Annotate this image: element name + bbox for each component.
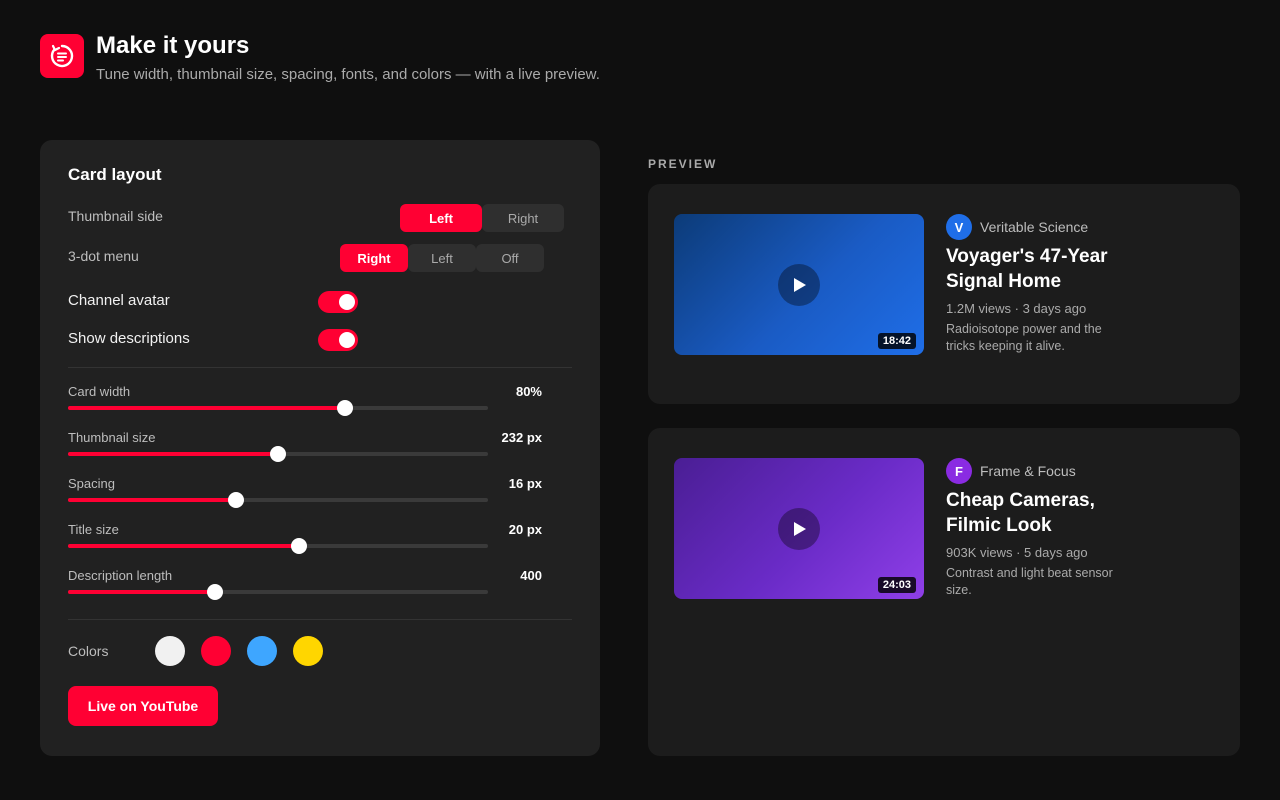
channel-avatar[interactable]: F <box>946 458 972 484</box>
video-description: Radioisotope power and the tricks keepin… <box>946 322 1102 353</box>
channel-avatar-toggle[interactable] <box>318 291 358 313</box>
colors-label: Colors <box>68 643 109 659</box>
page-title: Make it yours <box>96 32 250 59</box>
duration-badge: 18:42 <box>877 333 916 349</box>
three-dot-menu-segmented-control: Right Left Off <box>340 244 544 272</box>
slider-fill <box>68 590 215 594</box>
color-swatch-yellow[interactable] <box>293 636 323 666</box>
description-length-slider[interactable] <box>68 584 488 600</box>
thumbnail-side-segmented-control: Left Right <box>400 204 564 232</box>
description-length-label: Description length <box>68 568 173 583</box>
three-dot-menu-right-button[interactable]: Right <box>340 244 408 272</box>
panel-title: Card layout <box>68 165 162 184</box>
settings-panel: Card layout Thumbnail side Left Right 3-… <box>40 140 600 756</box>
slider-thumb[interactable] <box>270 446 286 462</box>
video-meta: 903K views · 5 days ago <box>946 545 1088 560</box>
show-descriptions-toggle[interactable] <box>318 329 358 351</box>
channel-row: V Veritable Science <box>946 214 1088 240</box>
color-swatch-white[interactable] <box>155 636 185 666</box>
video-description: Contrast and light beat sensor size. <box>946 566 1113 597</box>
title-size-label: Title size <box>68 522 119 537</box>
thumbnail-side-left-button[interactable]: Left <box>400 204 482 232</box>
card-width-label: Card width <box>68 384 131 399</box>
slider-thumb[interactable] <box>291 538 307 554</box>
thumbnail-side-right-button[interactable]: Right <box>482 204 564 232</box>
video-card[interactable]: 18:42 V Veritable Science Voyager's 47-Y… <box>648 184 1240 404</box>
toggle-knob <box>339 332 355 348</box>
video-title[interactable]: Cheap Cameras, Filmic Look <box>946 488 1146 538</box>
video-thumbnail[interactable]: 24:03 <box>674 458 924 599</box>
slider-fill <box>68 544 299 548</box>
spacing-slider[interactable] <box>68 492 488 508</box>
three-dot-menu-left-button[interactable]: Left <box>408 244 476 272</box>
spacing-value: 16 px <box>508 476 542 491</box>
page-subtitle: Tune width, thumbnail size, spacing, fon… <box>96 66 600 83</box>
app-logo-icon <box>40 34 84 78</box>
video-thumbnail[interactable]: 18:42 <box>674 214 924 355</box>
description-length-value: 400 <box>520 568 542 583</box>
toggle-knob <box>339 294 355 310</box>
show-descriptions-label: Show descriptions <box>68 330 190 347</box>
channel-name[interactable]: Frame & Focus <box>980 463 1076 479</box>
color-swatch-blue[interactable] <box>247 636 277 666</box>
channel-name[interactable]: Veritable Science <box>980 219 1088 235</box>
channel-avatar-label: Channel avatar <box>68 292 170 309</box>
channel-row: F Frame & Focus <box>946 458 1076 484</box>
slider-fill <box>68 406 346 410</box>
video-card[interactable]: 24:03 F Frame & Focus Cheap Cameras, Fil… <box>648 428 1240 756</box>
thumbnail-size-slider[interactable] <box>68 446 488 462</box>
thumbnail-side-label: Thumbnail side <box>68 208 163 224</box>
video-title[interactable]: Voyager's 47-Year Signal Home <box>946 244 1146 294</box>
color-swatch-red[interactable] <box>201 636 231 666</box>
slider-thumb[interactable] <box>207 584 223 600</box>
card-width-slider[interactable] <box>68 400 488 416</box>
title-size-slider[interactable] <box>68 538 488 554</box>
three-dot-menu-label: 3-dot menu <box>68 248 139 264</box>
spacing-label: Spacing <box>68 476 115 491</box>
card-width-value: 80% <box>515 384 542 399</box>
channel-avatar[interactable]: V <box>946 214 972 240</box>
slider-fill <box>68 452 278 456</box>
preview-heading: PREVIEW <box>648 157 718 171</box>
slider-thumb[interactable] <box>228 492 244 508</box>
divider <box>68 619 572 620</box>
slider-fill <box>68 498 236 502</box>
thumbnail-size-value: 232 px <box>501 430 542 445</box>
duration-badge: 24:03 <box>877 577 916 593</box>
live-on-youtube-button[interactable]: Live on YouTube <box>68 686 218 726</box>
video-meta: 1.2M views · 3 days ago <box>946 301 1087 316</box>
play-icon[interactable] <box>778 264 820 306</box>
thumbnail-size-label: Thumbnail size <box>68 430 156 445</box>
three-dot-menu-off-button[interactable]: Off <box>476 244 544 272</box>
title-size-value: 20 px <box>508 522 542 537</box>
play-icon[interactable] <box>778 508 820 550</box>
divider <box>68 367 572 368</box>
slider-thumb[interactable] <box>337 400 354 416</box>
